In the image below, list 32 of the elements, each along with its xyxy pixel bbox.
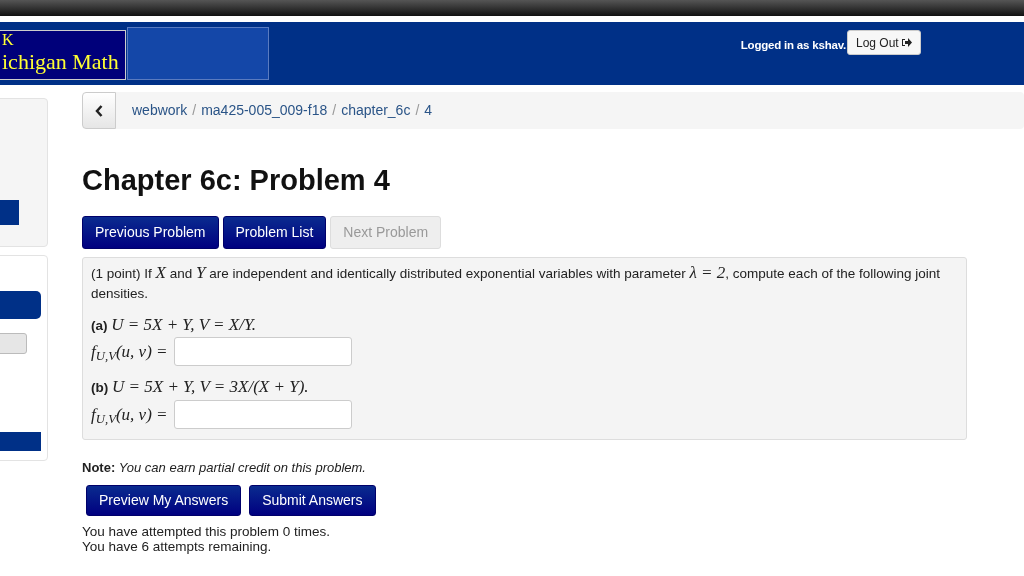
page-title: Chapter 6c: Problem 4 [82,163,391,198]
breadcrumb-separator: / [192,101,197,120]
problem-statement: (1 point) If X and Y are independent and identically distributed exponential variables with parameter λ = 2, compute each of the following joint densities. [91,262,941,303]
site-logo[interactable]: K ichigan Math [0,30,126,80]
back-button[interactable] [82,92,116,129]
answer-label: f$_{U,V}$(u, v) = [91,341,168,365]
breadcrumb-link[interactable]: 4 [424,100,433,121]
chevron-left-icon [95,104,103,117]
sidebar-item[interactable] [0,432,41,451]
submit-button[interactable]: Preview My Answers [86,485,242,517]
breadcrumb-link[interactable]: ma425-005_009-f18 [201,100,328,121]
log-out-button[interactable]: Log Out [847,30,921,55]
logout-arrow-icon [901,38,912,47]
sidebar-button[interactable] [0,333,27,354]
submit-button[interactable]: Submit Answers [249,485,376,517]
part-statement: (a) U = 5X + Y, V = X/Y. [91,313,258,336]
answer-field[interactable] [173,337,352,367]
answer-label: f$_{U,V}$(u, v) = [91,403,168,428]
answer-field[interactable] [173,399,352,429]
breadcrumb-separator: / [332,101,337,120]
attempts-text: You have 6 attempts remaining. [82,539,273,555]
breadcrumb-separator: / [415,101,420,120]
nav-button[interactable]: Previous Problem [82,215,219,249]
login-status: Logged in as kshav. [740,38,846,53]
attempts-text: You have attempted this problem 0 times. [82,524,331,540]
note-text: Note: You can earn partial credit on this problem. [82,458,367,477]
sidebar-item[interactable] [0,291,41,319]
sidebar-item[interactable] [0,200,19,225]
part-statement: (b) U = 5X + Y, V = 3X/(X + Y). [91,376,310,399]
breadcrumb-link[interactable]: chapter_6c [341,100,411,121]
breadcrumb-link[interactable]: webwork [132,100,188,121]
nav-button[interactable]: Problem List [222,215,327,249]
